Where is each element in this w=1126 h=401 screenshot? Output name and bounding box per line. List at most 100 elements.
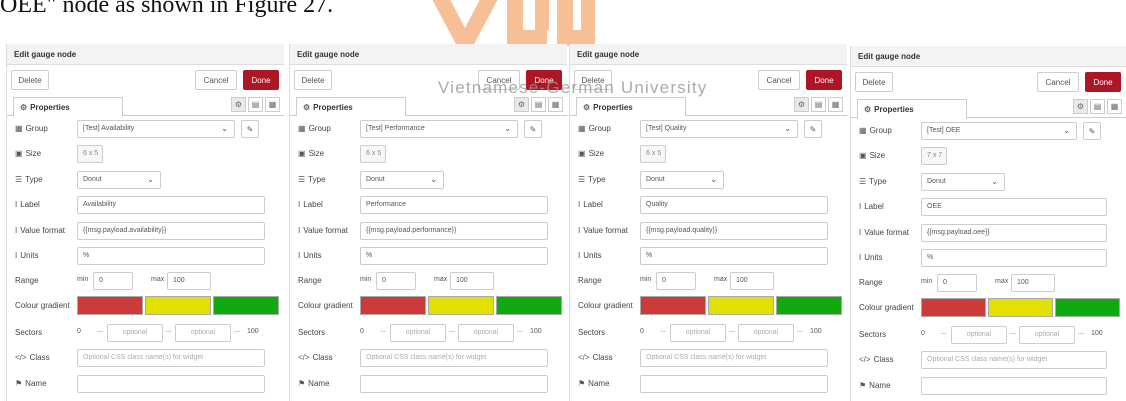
grid-icon[interactable]: ▦ (548, 97, 563, 112)
units-input[interactable]: % (640, 247, 828, 265)
colour-swatch-green[interactable] (776, 296, 842, 315)
sector-optional-2-input[interactable]: optional (175, 324, 231, 342)
cancel-button[interactable]: Cancel (758, 70, 800, 90)
label-input[interactable]: Performance (360, 196, 548, 214)
done-button[interactable]: Done (243, 70, 279, 90)
label-input[interactable]: OEE (921, 198, 1107, 216)
type-select[interactable]: Donut ⌄ (77, 171, 161, 189)
value-format-input[interactable]: {{msg.payload.performance}} (360, 222, 548, 240)
name-input[interactable] (921, 377, 1107, 395)
colour-swatch-yellow[interactable] (708, 296, 774, 315)
group-select[interactable]: [Test] Quality ⌄ (640, 120, 798, 138)
colour-swatch-red[interactable] (921, 298, 986, 317)
tab-properties[interactable]: ⚙ Properties (296, 97, 406, 117)
colour-swatch-green[interactable] (213, 296, 279, 315)
document-icon[interactable]: ▤ (248, 97, 263, 112)
delete-button[interactable]: Delete (855, 72, 893, 92)
grid-icon[interactable]: ▦ (1107, 99, 1122, 114)
tab-properties[interactable]: ⚙ Properties (857, 99, 967, 119)
group-select[interactable]: [Test] Availability ⌄ (77, 120, 235, 138)
class-input[interactable]: Optional CSS class name(s) for widget (77, 349, 265, 367)
name-input[interactable] (360, 375, 548, 393)
range-max-input[interactable]: 100 (450, 272, 494, 290)
units-row-label: I Units (15, 251, 38, 260)
units-input[interactable]: % (360, 247, 548, 265)
name-input[interactable] (77, 375, 265, 393)
tab-properties[interactable]: ⚙ Properties (13, 97, 123, 117)
document-icon[interactable]: ▤ (531, 97, 546, 112)
colour-swatch-red[interactable] (640, 296, 706, 315)
pencil-icon[interactable]: ✎ (241, 120, 259, 138)
range-min-input[interactable]: 0 (376, 272, 416, 290)
label-input[interactable]: Availability (77, 196, 265, 214)
grid-icon[interactable]: ▦ (828, 97, 843, 112)
name-input[interactable] (640, 375, 828, 393)
size-button[interactable]: 6 x 5 (640, 145, 666, 163)
delete-button[interactable]: Delete (11, 70, 49, 90)
group-select[interactable]: [Test] Performance ⌄ (360, 120, 518, 138)
ellipsis: ... (1010, 329, 1016, 336)
pencil-icon[interactable]: ✎ (524, 120, 542, 138)
value-format-row-text: Value format (303, 226, 348, 235)
sector-optional-2-input[interactable]: optional (1019, 326, 1075, 344)
units-row-text: Units (20, 251, 39, 260)
sector-optional-2-input[interactable]: optional (738, 324, 794, 342)
done-button[interactable]: Done (1085, 72, 1121, 92)
class-input[interactable]: Optional CSS class name(s) for widget (640, 349, 828, 367)
sector-optional-1-input[interactable]: optional (107, 324, 163, 342)
type-select[interactable]: Donut ⌄ (921, 173, 1005, 191)
gear-icon[interactable]: ⚙ (514, 97, 529, 112)
cancel-button[interactable]: Cancel (195, 70, 237, 90)
done-button[interactable]: Done (806, 70, 842, 90)
range-max-input[interactable]: 100 (167, 272, 211, 290)
class-input[interactable]: Optional CSS class name(s) for widget (360, 349, 548, 367)
gear-icon[interactable]: ⚙ (794, 97, 809, 112)
code-icon: </> (298, 353, 310, 362)
type-select[interactable]: Donut ⌄ (360, 171, 444, 189)
sector-optional-1-input[interactable]: optional (951, 326, 1007, 344)
document-icon[interactable]: ▤ (811, 97, 826, 112)
range-max-input[interactable]: 100 (1011, 274, 1055, 292)
grid-icon[interactable]: ▦ (265, 97, 280, 112)
type-select[interactable]: Donut ⌄ (640, 171, 724, 189)
delete-button[interactable]: Delete (294, 70, 332, 90)
colour-swatch-red[interactable] (360, 296, 426, 315)
units-input[interactable]: % (77, 247, 265, 265)
colour-swatch-green[interactable] (496, 296, 562, 315)
gear-icon[interactable]: ⚙ (231, 97, 246, 112)
text-cursor-icon: I (298, 226, 301, 235)
units-input[interactable]: % (921, 249, 1107, 267)
min-label: min (77, 276, 89, 283)
document-icon[interactable]: ▤ (1090, 99, 1105, 114)
gear-icon[interactable]: ⚙ (1073, 99, 1088, 114)
sector-optional-2-input[interactable]: optional (458, 324, 514, 342)
label-input[interactable]: Quality (640, 196, 828, 214)
colour-swatch-yellow[interactable] (145, 296, 211, 315)
size-button[interactable]: 6 x 5 (77, 145, 103, 163)
range-min-input[interactable]: 0 (656, 272, 696, 290)
size-button[interactable]: 7 x 7 (921, 147, 947, 165)
pencil-icon[interactable]: ✎ (804, 120, 822, 138)
class-row-label: </> Class (578, 353, 613, 362)
range-max-input[interactable]: 100 (730, 272, 774, 290)
colour-swatch-yellow[interactable] (428, 296, 494, 315)
cancel-button[interactable]: Cancel (1037, 72, 1079, 92)
colour-swatch-red[interactable] (77, 296, 143, 315)
colour-swatch-yellow[interactable] (988, 298, 1053, 317)
size-button[interactable]: 6 x 5 (360, 145, 386, 163)
range-min-input[interactable]: 0 (93, 272, 133, 290)
tab-properties[interactable]: ⚙ Properties (576, 97, 686, 117)
value-format-input[interactable]: {{msg.payload.availability}} (77, 222, 265, 240)
colour-swatch-green[interactable] (1055, 298, 1120, 317)
pencil-icon[interactable]: ✎ (1083, 122, 1101, 140)
sector-optional-1-input[interactable]: optional (390, 324, 446, 342)
class-input[interactable]: Optional CSS class name(s) for widget (921, 351, 1107, 369)
group-select[interactable]: [Test] OEE ⌄ (921, 122, 1077, 140)
value-format-input[interactable]: {{msg.payload.quality}} (640, 222, 828, 240)
ellipsis: ... (797, 327, 803, 334)
sectors-row: Sectors 0... optional... optional... 100 (570, 322, 847, 344)
value-format-input[interactable]: {{msg.payload.oee}} (921, 224, 1107, 242)
range-min-input[interactable]: 0 (937, 274, 977, 292)
sector-optional-1-input[interactable]: optional (670, 324, 726, 342)
type-row-text: Type (588, 175, 606, 184)
